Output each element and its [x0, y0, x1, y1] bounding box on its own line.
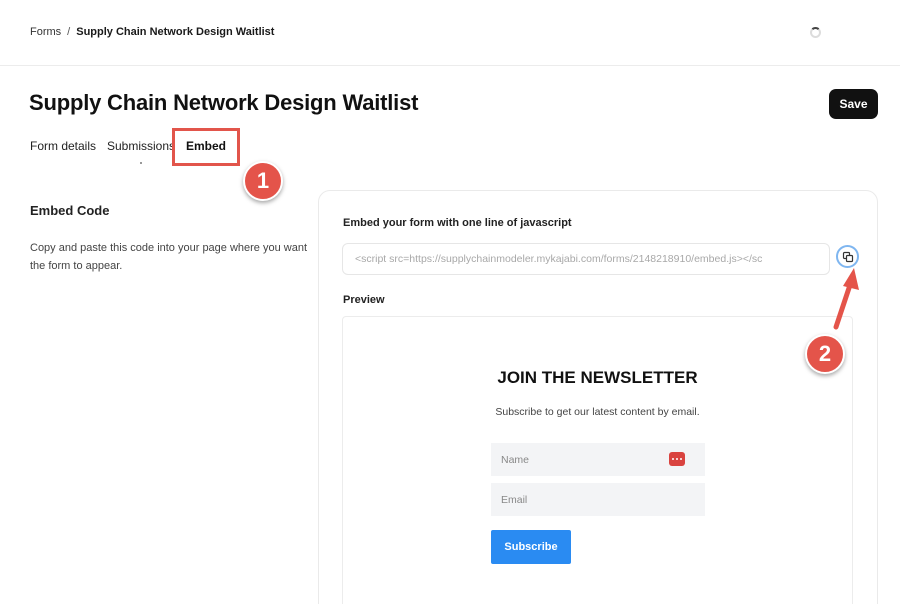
save-button[interactable]: Save — [829, 89, 878, 119]
breadcrumb-current: Supply Chain Network Design Waitlist — [76, 26, 275, 38]
embed-tab-highlight — [172, 128, 240, 166]
breadcrumb-separator: / — [67, 26, 71, 38]
tab-divider-dot — [140, 162, 142, 164]
embed-code-heading: Embed Code — [30, 203, 110, 218]
step-1-badge: 1 — [243, 161, 283, 201]
newsletter-title: JOIN THE NEWSLETTER — [497, 368, 698, 387]
copy-icon — [842, 251, 853, 262]
tab-submissions[interactable]: Submissions — [107, 139, 175, 153]
step-2-badge: 2 — [805, 334, 845, 374]
newsletter-email-input[interactable]: Email — [491, 483, 705, 516]
loading-spinner-icon — [810, 27, 821, 38]
page-title: Supply Chain Network Design Waitlist — [29, 90, 419, 115]
copy-button[interactable] — [836, 245, 859, 268]
top-bar: Forms / Supply Chain Network Design Wait… — [0, 0, 900, 66]
tab-form-details[interactable]: Form details — [30, 139, 96, 153]
embed-code-field[interactable]: <script src=https://supplychainmodeler.m… — [342, 243, 830, 275]
embed-code-label: Embed your form with one line of javascr… — [343, 217, 572, 229]
password-manager-icon[interactable] — [669, 452, 685, 466]
preview-label: Preview — [343, 294, 385, 306]
subscribe-button[interactable]: Subscribe — [491, 530, 571, 564]
breadcrumb-forms-link[interactable]: Forms — [30, 26, 61, 38]
embed-code-description: Copy and paste this code into your page … — [30, 242, 308, 272]
breadcrumb: Forms / Supply Chain Network Design Wait… — [30, 26, 274, 38]
newsletter-subtitle: Subscribe to get our latest content by e… — [495, 406, 700, 418]
